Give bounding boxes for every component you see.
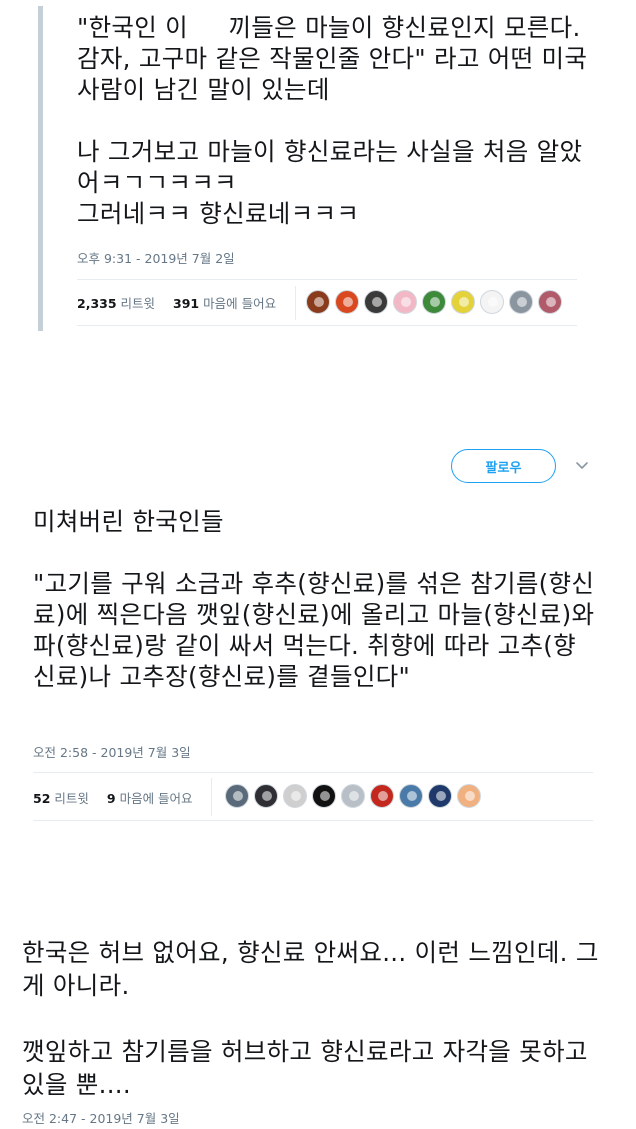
like-count[interactable]: 391 — [173, 296, 199, 311]
tweet-1-text: "한국인 이 끼들은 마늘이 향신료인지 모른다. 감자, 고구마 같은 작물인… — [77, 13, 588, 228]
tweet-3-timestamp[interactable]: 오전 2:47 - 2019년 7월 3일 — [22, 1108, 180, 1127]
divider — [211, 778, 212, 816]
liker-avatar[interactable] — [312, 784, 336, 808]
liker-avatar[interactable] — [254, 784, 278, 808]
retweet-label[interactable]: 리트윗 — [121, 296, 156, 311]
divider — [295, 286, 296, 320]
liker-avatar[interactable] — [341, 784, 365, 808]
liker-avatar[interactable] — [509, 290, 533, 314]
liker-avatar[interactable] — [428, 784, 452, 808]
tweet-1-timestamp[interactable]: 오후 9:31 - 2019년 7월 2일 — [77, 248, 235, 267]
liker-avatar[interactable] — [451, 290, 475, 314]
divider — [33, 820, 593, 821]
tweet-2-text: 미쳐버린 한국인들 "고기를 구워 소금과 후추(향신료)를 섞은 참기름(향신… — [33, 507, 595, 691]
liker-avatar[interactable] — [225, 784, 249, 808]
tweet-1: "한국인 이 끼들은 마늘이 향신료인지 모른다. 감자, 고구마 같은 작물인… — [0, 0, 636, 335]
like-label[interactable]: 마음에 들어요 — [203, 296, 276, 311]
liker-avatar[interactable] — [306, 290, 330, 314]
liker-avatar[interactable] — [335, 290, 359, 314]
retweet-count[interactable]: 2,335 — [77, 296, 117, 311]
retweet-count[interactable]: 52 — [33, 791, 50, 806]
liker-avatar[interactable] — [364, 290, 388, 314]
tweet-2-timestamp[interactable]: 오전 2:58 - 2019년 7월 3일 — [33, 742, 191, 761]
liker-avatar[interactable] — [457, 784, 481, 808]
liker-avatar[interactable] — [370, 784, 394, 808]
liker-avatars — [306, 290, 562, 314]
divider — [77, 279, 577, 280]
liker-avatar[interactable] — [538, 290, 562, 314]
divider — [33, 772, 593, 773]
follow-button[interactable]: 팔로우 — [451, 449, 556, 483]
retweet-label[interactable]: 리트윗 — [54, 791, 89, 806]
tweet-2-stats: 52 리트윗 9 마음에 들어요 — [33, 788, 193, 807]
liker-avatar[interactable] — [283, 784, 307, 808]
tweet-3-text: 한국은 허브 없어요, 향신료 안써요... 이런 느낌인데. 그게 아니라. … — [22, 938, 599, 1099]
liker-avatar[interactable] — [393, 290, 417, 314]
like-label[interactable]: 마음에 들어요 — [120, 791, 193, 806]
like-count[interactable]: 9 — [107, 791, 116, 806]
tweet-2: 팔로우 미쳐버린 한국인들 "고기를 구워 소금과 후추(향신료)를 섞은 참기… — [0, 440, 636, 830]
liker-avatar[interactable] — [399, 784, 423, 808]
liker-avatar[interactable] — [480, 290, 504, 314]
liker-avatar[interactable] — [422, 290, 446, 314]
divider — [77, 325, 577, 326]
tweet-3: 한국은 허브 없어요, 향신료 안써요... 이런 느낌인데. 그게 아니라. … — [0, 930, 636, 1129]
chevron-down-icon[interactable] — [575, 458, 589, 472]
tweet-1-stats: 2,335 리트윗 391 마음에 들어요 — [77, 293, 276, 312]
quote-bar — [38, 6, 43, 331]
liker-avatars — [225, 784, 481, 808]
